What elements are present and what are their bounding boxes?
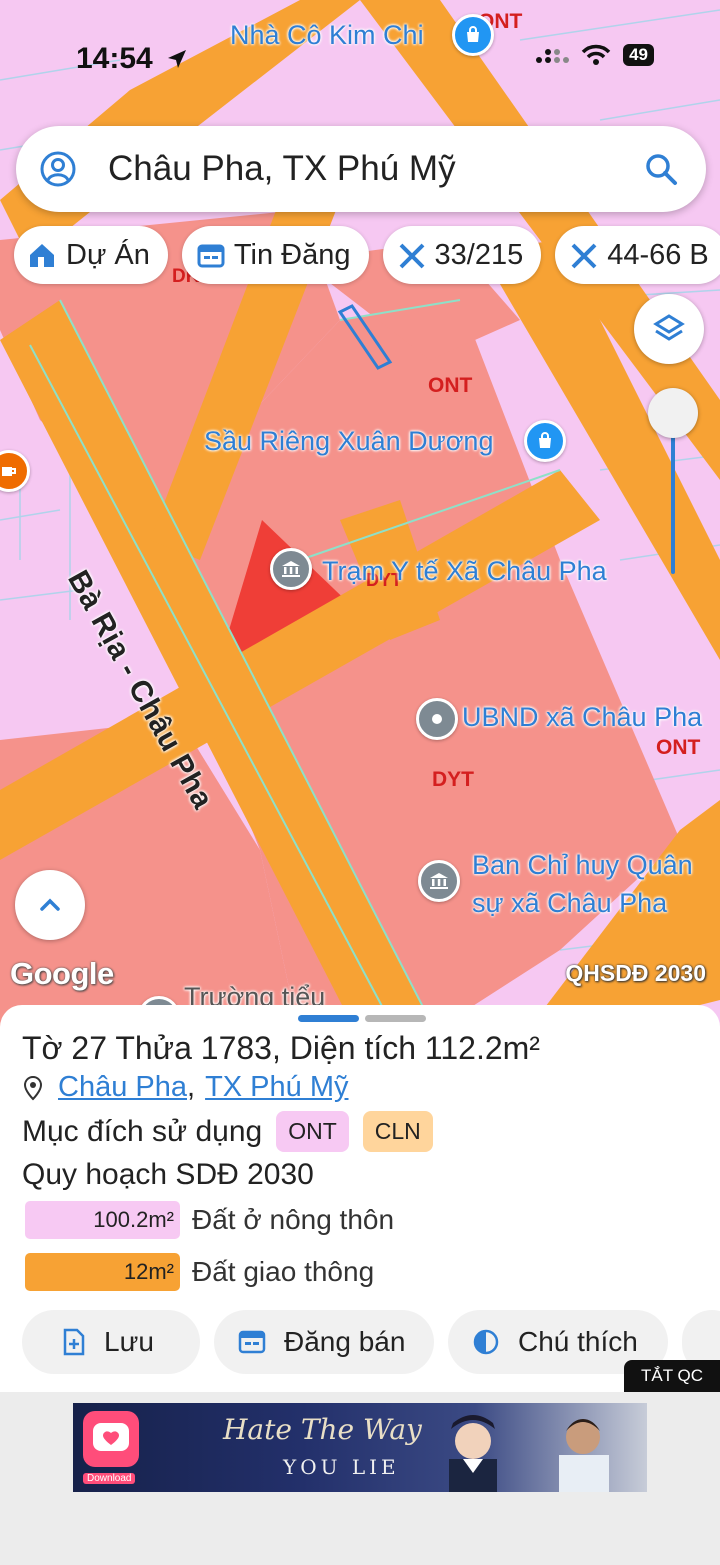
parcel-info-sheet: Tờ 27 Thửa 1783, Diện tích 112.2m² Châu … xyxy=(0,1005,720,1395)
commune-link[interactable]: Châu Pha xyxy=(58,1071,187,1104)
app-logo-icon xyxy=(83,1411,139,1467)
close-ads-button[interactable]: TẮT QC xyxy=(624,1360,720,1392)
plan-layer-badge: QHSDĐ 2030 xyxy=(565,960,706,986)
ad-banner[interactable]: Hate The Way YOU LIE Download xyxy=(73,1403,647,1492)
sheet-number: 27 xyxy=(71,1030,108,1066)
layers-icon xyxy=(653,314,685,341)
land-use-tag-ont: ONT xyxy=(276,1111,349,1152)
map-view[interactable]: ONT ONT ONT DYT DYT DKV Nhà Cô Kim Chi S… xyxy=(0,0,720,1040)
parcel-title: Tờ 27 Thửa 1783, Diện tích 112.2m² xyxy=(22,1030,540,1066)
search-bar[interactable]: Châu Pha, TX Phú Mỹ xyxy=(16,126,706,212)
land-use-tag-cln: CLN xyxy=(362,1111,433,1152)
calendar-icon xyxy=(197,244,225,268)
chip-tin-dang[interactable]: Tin Đăng xyxy=(181,226,369,284)
location-pin-icon[interactable] xyxy=(416,698,458,740)
ad-people-image xyxy=(449,1415,609,1492)
shopping-bag-pin-icon[interactable] xyxy=(452,14,494,56)
chip-label: Dự Án xyxy=(66,238,150,271)
action-buttons: Lưu Đăng bán Chú thích xyxy=(22,1310,720,1374)
google-logo: Google xyxy=(10,956,114,991)
chip-du-an[interactable]: Dự Án xyxy=(14,226,168,284)
land-use-label: Mục đích sử dụng xyxy=(22,1114,263,1148)
chip-frontage-range[interactable]: 44-66 B xyxy=(555,226,720,284)
parcel-area: 112.2m² xyxy=(424,1030,540,1066)
location-arrow-icon xyxy=(168,50,186,68)
wifi-icon xyxy=(581,44,611,65)
search-icon[interactable] xyxy=(644,152,678,186)
sheet-page-indicator[interactable] xyxy=(298,1015,426,1022)
ad-download-label: Download xyxy=(83,1473,136,1484)
contrast-icon xyxy=(473,1329,499,1355)
chip-size-range[interactable]: 33/215 xyxy=(382,226,542,284)
status-icons: 49 xyxy=(535,44,654,66)
plan-area-label: Đất ở nông thôn xyxy=(192,1204,395,1235)
ad-cursive-title: Hate The Way xyxy=(223,1413,422,1446)
status-time: 14:54 xyxy=(76,42,153,75)
signal-icon xyxy=(536,49,570,63)
layers-button[interactable] xyxy=(634,294,704,364)
plan-area-label: Đất giao thông xyxy=(192,1256,375,1287)
house-icon xyxy=(30,244,54,267)
town-link[interactable]: TX Phú Mỹ xyxy=(205,1071,348,1104)
post-for-sale-button[interactable]: Đăng bán xyxy=(214,1310,434,1374)
save-button[interactable]: Lưu xyxy=(22,1310,200,1374)
filter-chips: Dự Án Tin Đăng 33/215 44-66 B xyxy=(14,226,720,284)
expand-sheet-button[interactable] xyxy=(15,870,85,940)
opacity-slider-handle[interactable] xyxy=(648,388,698,438)
ruler-icon xyxy=(399,243,424,269)
parcel-location: Châu Pha , TX Phú Mỹ xyxy=(22,1071,349,1104)
chip-label: Tin Đăng xyxy=(233,238,351,271)
battery-indicator: 49 xyxy=(623,44,654,66)
zone-label-ont: ONT xyxy=(428,374,473,397)
search-input[interactable]: Châu Pha, TX Phú Mỹ xyxy=(108,149,644,189)
government-building-pin-icon[interactable] xyxy=(418,860,460,902)
zone-label-dyt: DYT xyxy=(432,768,474,791)
chip-label: 44-66 B xyxy=(607,238,709,271)
plan-label: Quy hoạch SDĐ 2030 xyxy=(22,1158,314,1191)
zone-label-ont: ONT xyxy=(656,736,701,759)
user-account-icon[interactable] xyxy=(40,151,76,187)
plan-area-value: 12m² xyxy=(25,1253,180,1291)
plan-area-row: 12m² Đất giao thông xyxy=(25,1253,374,1291)
ruler-icon xyxy=(571,243,597,269)
poi-label-ubnd[interactable]: UBND xã Châu Pha xyxy=(462,702,702,733)
shopping-bag-pin-icon[interactable] xyxy=(524,420,566,462)
ad-subtitle: YOU LIE xyxy=(283,1455,400,1479)
poi-label-sau-rieng[interactable]: Sầu Riêng Xuân Dương xyxy=(204,426,493,457)
location-pin-icon xyxy=(23,1075,43,1100)
poi-label-tram-y-te[interactable]: Trạm Y tế Xã Châu Pha xyxy=(322,556,607,587)
chevron-up-icon xyxy=(40,898,60,911)
poi-label-nha-co-kim-chi[interactable]: Nhà Cô Kim Chi xyxy=(230,20,424,51)
add-file-icon xyxy=(63,1328,85,1356)
plan-area-row: 100.2m² Đất ở nông thôn xyxy=(25,1201,394,1239)
land-use-row: Mục đích sử dụng ONT CLN xyxy=(22,1111,433,1152)
parcel-number: 1783 xyxy=(200,1030,272,1066)
poi-label-ban-chi-huy-line1[interactable]: Ban Chỉ huy Quân xyxy=(472,850,693,881)
plan-area-value: 100.2m² xyxy=(25,1201,180,1239)
poi-label-ban-chi-huy-line2[interactable]: sự xã Châu Pha xyxy=(472,888,667,919)
ad-banner-area: Hate The Way YOU LIE Download xyxy=(0,1392,720,1565)
government-building-pin-icon[interactable] xyxy=(270,548,312,590)
calendar-icon xyxy=(238,1330,266,1354)
chip-label: 33/215 xyxy=(434,238,524,271)
